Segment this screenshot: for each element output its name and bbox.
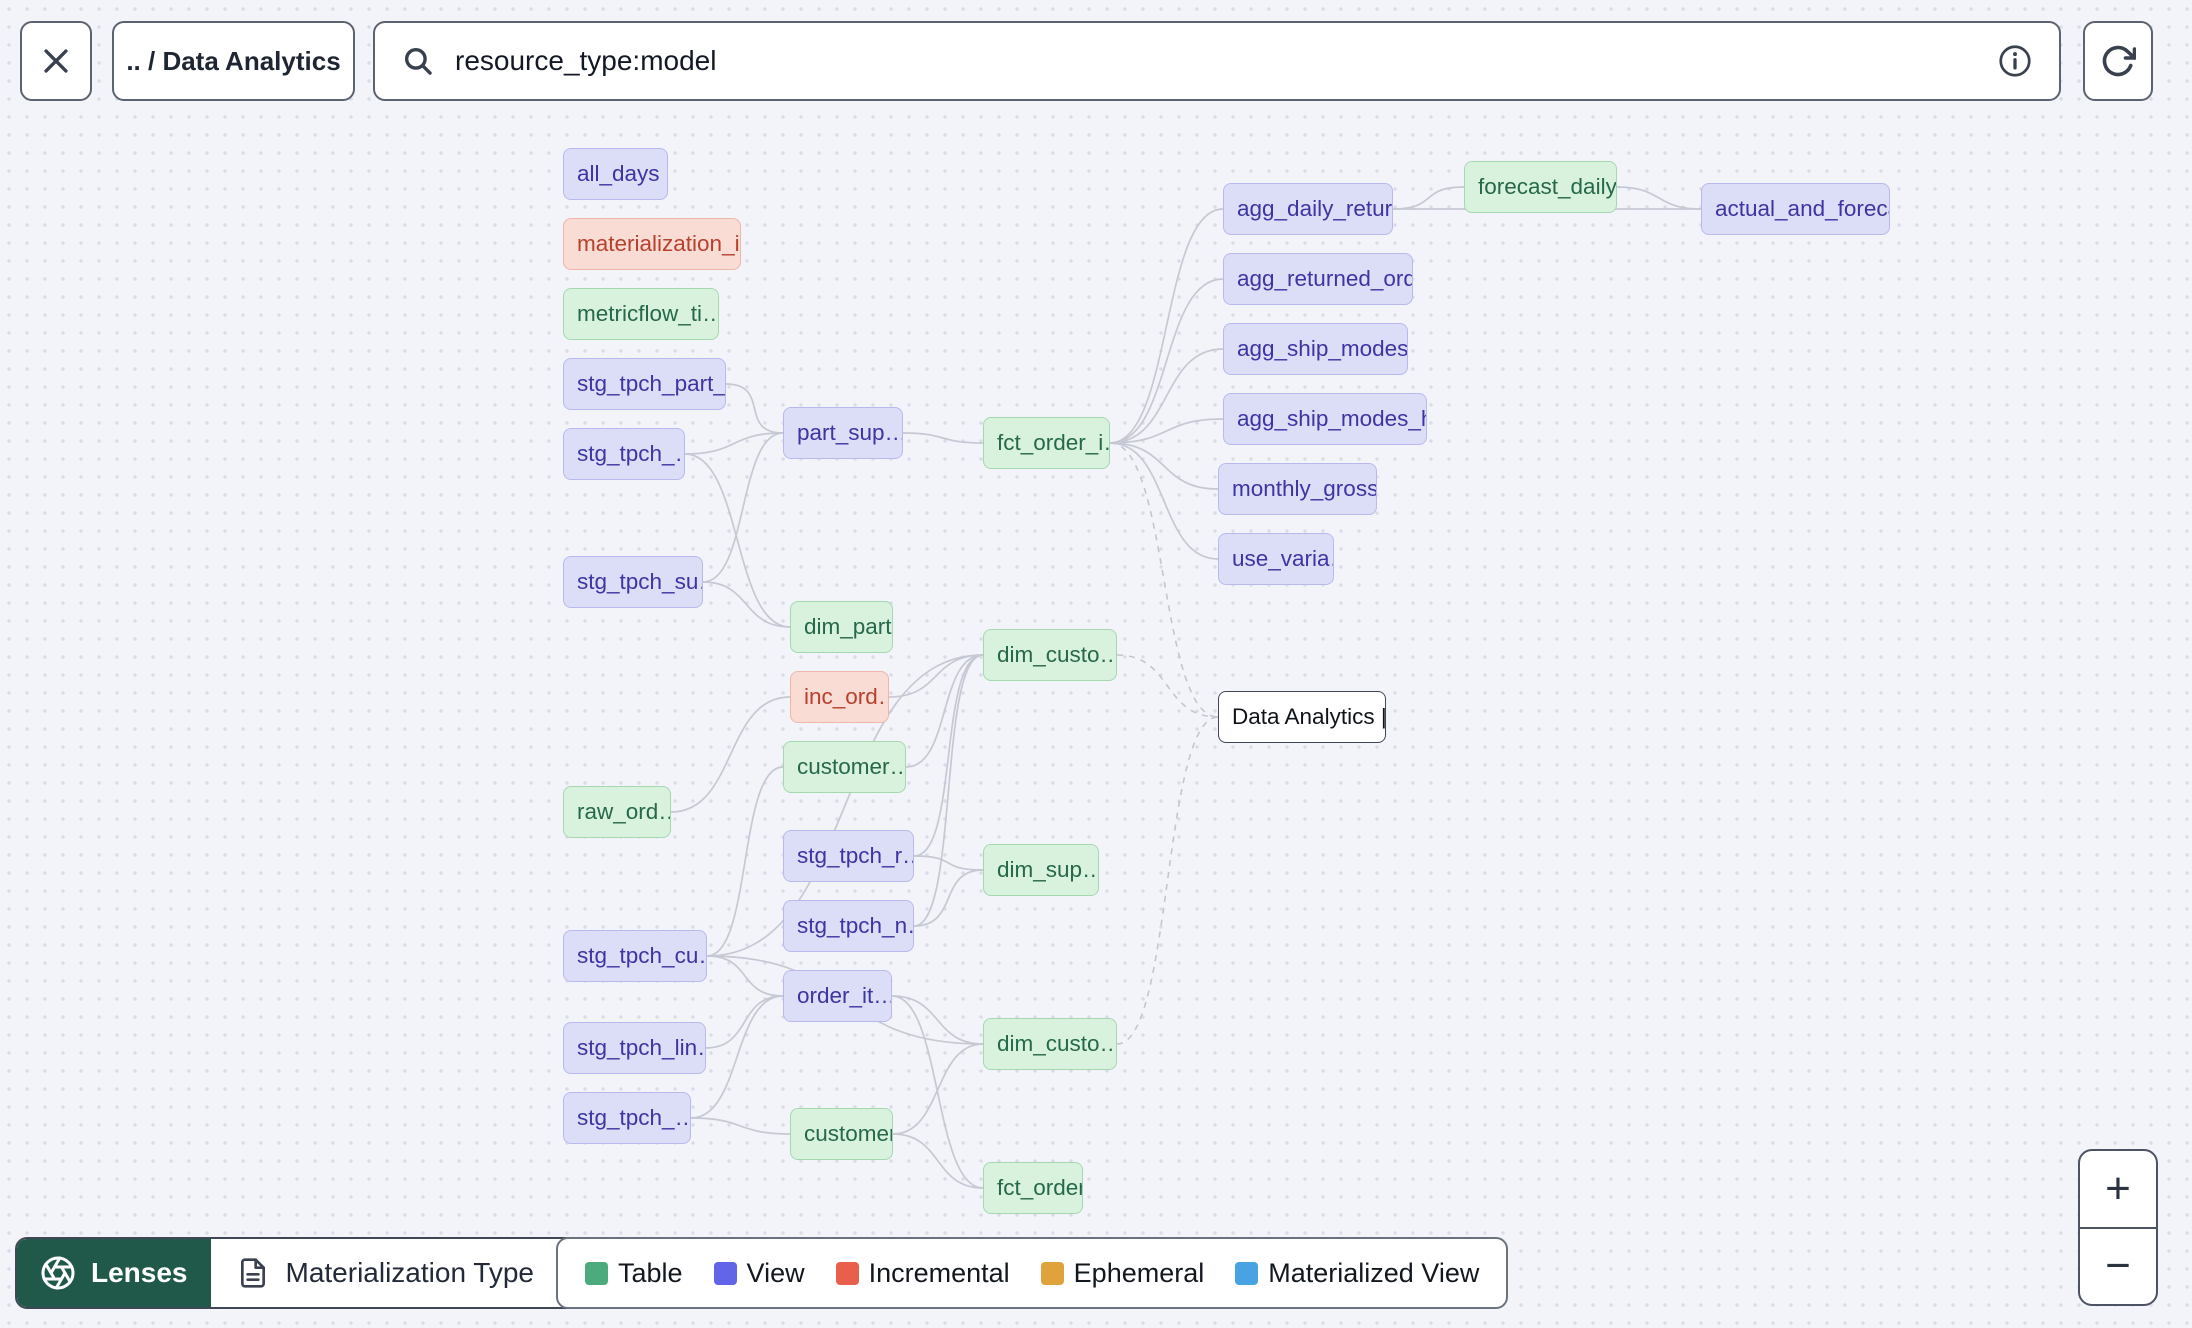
edge-fct_order_i-to-agg_returned [1109,278,1224,444]
close-button[interactable] [20,21,92,101]
graph-node-agg_daily[interactable]: agg_daily_retur… [1223,183,1393,235]
graph-node-agg_ship_d[interactable]: agg_ship_modes_d… [1223,323,1408,375]
graph-node-inc_ord[interactable]: inc_ord… [790,671,889,723]
info-icon[interactable] [1997,43,2033,79]
graph-node-dim_custo_a[interactable]: dim_custo… [983,629,1117,681]
edge-stg_tpch_r-to-dim_custo_a [913,654,984,857]
edge-fct_order_i-to-use_varia [1109,442,1219,560]
legend-item-table: Table [585,1258,683,1289]
graph-node-stg_tpch_lin[interactable]: stg_tpch_lin… [563,1022,706,1074]
edge-stg_tpch_a-to-part_sup [684,432,784,455]
edge-forecast_daily-to-actual_and [1616,186,1702,210]
graph-node-customer_b[interactable]: customer… [790,1108,893,1160]
edge-stg_tpch_cu-to-order_it [706,955,784,997]
graph-node-fct_orders[interactable]: fct_orders [983,1162,1083,1214]
graph-node-use_varia[interactable]: use_varia… [1218,533,1334,585]
graph-node-stg_tpch_a[interactable]: stg_tpch_… [563,428,685,480]
legend-item-view: View [713,1258,805,1289]
refresh-button[interactable] [2083,21,2153,101]
edge-customer_b-to-fct_orders [892,1133,984,1189]
lenses-button[interactable]: Lenses [17,1239,211,1307]
close-icon [44,49,68,73]
edge-dim_custo_b-to-data_analytics [1116,716,1219,1045]
edge-dim_custo_a-to-data_analytics [1116,654,1219,718]
search-bar[interactable] [373,21,2061,101]
search-icon [404,47,432,75]
edge-order_it-to-dim_custo_b [891,995,984,1045]
legend-swatch [1235,1261,1259,1285]
graph-node-materialization_in[interactable]: materialization_i… [563,218,741,270]
lens-selected-label: Materialization Type [285,1257,535,1288]
graph-node-all_days[interactable]: all_days [563,148,668,200]
graph-node-monthly_gross[interactable]: monthly_gross… [1218,463,1377,515]
graph-node-metricflow_ti[interactable]: metricflow_ti… [563,288,719,340]
graph-node-stg_tpch_n[interactable]: stg_tpch_n… [783,900,914,952]
legend-item-incremental: Incremental [835,1258,1010,1289]
graph-node-dim_custo_b[interactable]: dim_custo… [983,1018,1117,1070]
graph-node-raw_ord[interactable]: raw_ord… [563,786,671,838]
breadcrumb[interactable]: .. / Data Analytics [112,21,355,101]
edge-fct_order_i-to-agg_daily [1109,208,1224,444]
legend-swatch [1040,1261,1064,1285]
edge-stg_tpch_cu-to-customer_a [706,766,784,957]
materialization-legend: Table View Incremental Ephemeral Materialize… [556,1237,1509,1309]
graph-node-dim_parts[interactable]: dim_parts [790,601,893,653]
search-input[interactable] [453,44,1979,78]
graph-node-stg_tpch_b[interactable]: stg_tpch_… [563,1092,691,1144]
graph-node-part_sup[interactable]: part_sup… [783,407,903,459]
edge-inc_ord-to-dim_custo_a [888,654,984,698]
edge-raw_ord-to-inc_ord [670,696,791,813]
legend-swatch [585,1261,608,1285]
graph-node-stg_tpch_su[interactable]: stg_tpch_su… [563,556,703,608]
lenses-control: Lenses Materialization Type [15,1237,609,1309]
zoom-controls: + − [2078,1149,2158,1306]
graph-node-dim_sup[interactable]: dim_sup… [983,844,1099,896]
breadcrumb-label: .. / Data Analytics [126,45,341,76]
graph-node-agg_returned[interactable]: agg_returned_orde… [1223,253,1413,305]
graph-node-stg_tpch_r[interactable]: stg_tpch_r… [783,830,914,882]
zoom-in-button[interactable]: + [2080,1151,2156,1229]
graph-node-agg_ship_ha[interactable]: agg_ship_modes_ha… [1223,393,1427,445]
graph-node-actual_and[interactable]: actual_and_foreca… [1701,183,1890,235]
edge-part_sup-to-fct_order_i [902,432,984,444]
graph-node-stg_tpch_part[interactable]: stg_tpch_part_… [563,358,726,410]
edge-fct_order_i-to-data_analytics [1109,442,1219,718]
lenses-button-label: Lenses [91,1257,188,1288]
edge-stg_tpch_b-to-customer_b [690,1117,791,1135]
graph-node-order_it[interactable]: order_it… [783,970,892,1022]
legend-swatch [835,1261,859,1285]
graph-node-stg_tpch_cu[interactable]: stg_tpch_cu… [563,930,707,982]
graph-node-fct_order_i[interactable]: fct_order_i… [983,417,1110,469]
legend-item-ephemeral: Ephemeral [1040,1258,1204,1289]
edge-stg_tpch_lin-to-order_it [705,995,784,1049]
edge-stg_tpch_part-to-part_sup [725,383,784,434]
edge-agg_daily-to-forecast_daily [1392,186,1465,210]
graph-node-forecast_daily[interactable]: forecast_daily… [1464,161,1617,213]
edge-stg_tpch_n-to-dim_sup [913,869,984,927]
edge-customer_b-to-dim_custo_b [892,1043,984,1135]
zoom-out-button[interactable]: − [2080,1229,2156,1305]
lens-selector[interactable]: Materialization Type [210,1239,607,1307]
edge-stg_tpch_su-to-dim_parts [702,581,791,628]
legend-item-materialized-view: Materialized View [1235,1258,1479,1289]
legend-swatch [713,1261,737,1285]
graph-node-customer_a[interactable]: customer… [783,741,906,793]
file-text-icon [240,1258,265,1288]
edge-stg_tpch_r-to-dim_sup [913,855,984,871]
aperture-icon [41,1256,75,1290]
refresh-icon [2102,45,2136,77]
graph-node-data_analytics[interactable]: Data Analytics | … [1218,691,1386,743]
edge-customer_a-to-dim_custo_a [905,654,984,768]
